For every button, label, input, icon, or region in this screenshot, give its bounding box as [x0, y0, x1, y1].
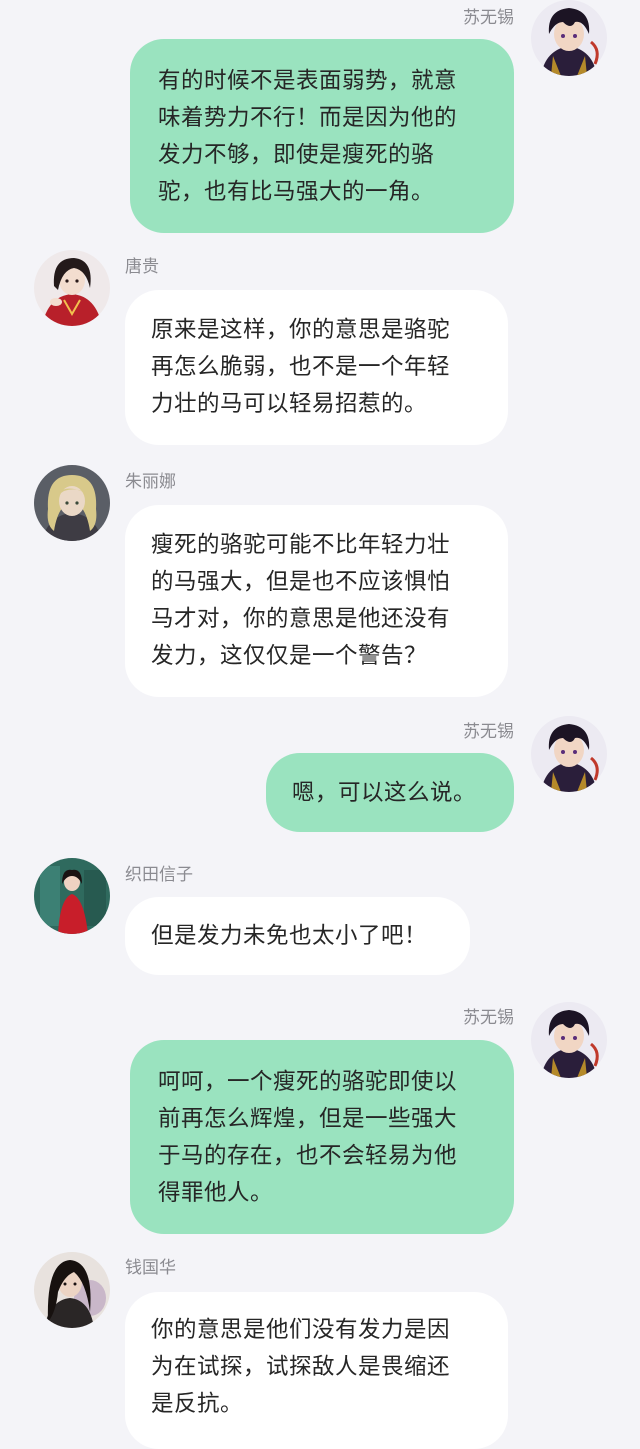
dark-hair-anime-avatar-icon[interactable]: [531, 0, 607, 76]
sender-name: 苏无锡: [463, 1008, 514, 1028]
red-robe-avatar-icon[interactable]: [34, 250, 110, 326]
red-dress-avatar-icon[interactable]: [34, 858, 110, 934]
message-bubble[interactable]: 原来是这样，你的意思是骆驼 再怎么脆弱，也不是一个年轻 力壮的马可以轻易招惹的。: [125, 290, 508, 445]
sender-name: 苏无锡: [463, 8, 514, 28]
message-bubble[interactable]: 嗯，可以这么说。: [266, 753, 514, 832]
chat-message-list[interactable]: 苏无锡 有的时候不是表面弱势，就意 味着势力不行！而是因为他的 发力不够，即使是…: [0, 0, 640, 1449]
long-hair-man-avatar-icon[interactable]: [34, 1252, 110, 1328]
dark-hair-anime-avatar-icon[interactable]: [531, 1002, 607, 1078]
message-bubble[interactable]: 你的意思是他们没有发力是因 为在试探，试探敌人是畏缩还 是反抗。: [125, 1292, 508, 1449]
sender-name: 朱丽娜: [125, 472, 176, 492]
sender-name: 唐贵: [125, 257, 159, 277]
message-bubble[interactable]: 但是发力未免也太小了吧！: [125, 897, 470, 975]
dark-hair-anime-avatar-icon[interactable]: [531, 716, 607, 792]
sender-name: 钱国华: [125, 1258, 176, 1278]
message-bubble[interactable]: 呵呵，一个瘦死的骆驼即使以 前再怎么辉煌，但是一些强大 于马的存在，也不会轻易为…: [130, 1040, 514, 1234]
sender-name: 织田信子: [125, 865, 193, 885]
message-bubble[interactable]: 有的时候不是表面弱势，就意 味着势力不行！而是因为他的 发力不够，即使是瘦死的骆…: [130, 39, 514, 233]
sender-name: 苏无锡: [463, 722, 514, 742]
blonde-woman-avatar-icon[interactable]: [34, 465, 110, 541]
message-bubble[interactable]: 瘦死的骆驼可能不比年轻力壮 的马强大，但是也不应该惧怕 马才对，你的意思是他还没…: [125, 505, 508, 697]
